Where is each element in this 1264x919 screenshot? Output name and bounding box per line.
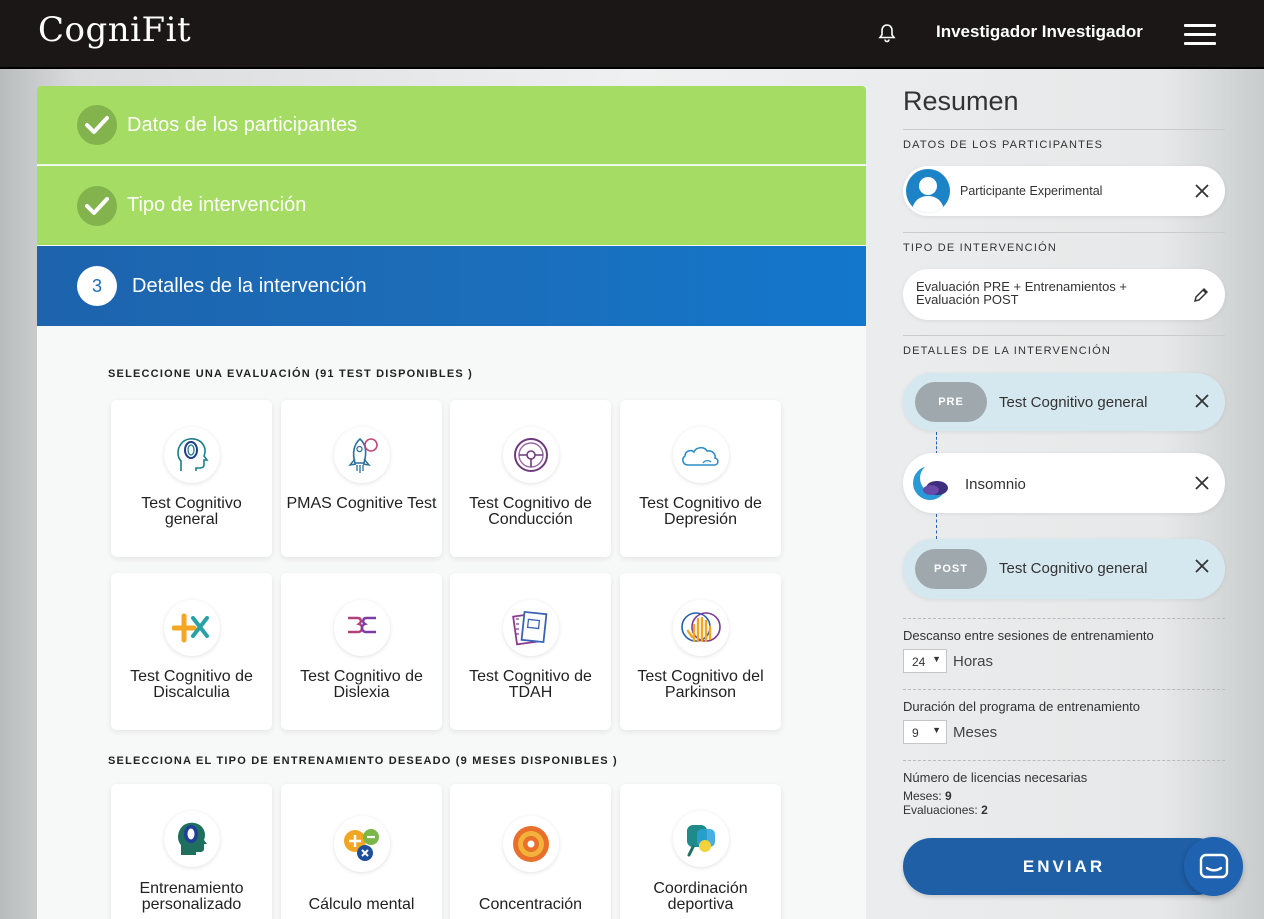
- eval-card-depression[interactable]: Test Cognitivo de Depresión: [620, 400, 781, 557]
- duration-label: Duración del programa de entrenamiento: [903, 699, 1141, 714]
- divider: [903, 129, 1225, 130]
- details-caption: DETALLES DE LA INTERVENCIÓN: [903, 345, 1112, 357]
- training-program-name: Insomnio: [965, 476, 1026, 493]
- training-program-pill: Insomnio: [903, 453, 1225, 513]
- card-label: Test Cognitivo del Parkinson: [637, 668, 764, 701]
- card-label: PMAS Cognitive Test: [286, 495, 437, 512]
- remove-pre-icon[interactable]: [1193, 392, 1211, 410]
- timeline-connector: [936, 514, 937, 539]
- steering-wheel-icon: [503, 427, 559, 483]
- training-card-sports-coordination[interactable]: Coordinación deportiva: [620, 784, 781, 919]
- eval-card-general[interactable]: Test Cognitivo general: [111, 400, 272, 557]
- rest-hours-select[interactable]: 24 ▼: [903, 649, 947, 673]
- divider: [903, 689, 1225, 690]
- card-label: Test Cognitivo de Depresión: [639, 495, 762, 528]
- divider: [903, 618, 1225, 619]
- intervention-type-text: Evaluación PRE + Entrenamientos + Evalua…: [916, 279, 1128, 307]
- cognifit-logo[interactable]: CogniFit: [38, 10, 191, 50]
- step-label: Tipo de intervención: [127, 194, 307, 216]
- licenses-label: Número de licencias necesarias: [903, 770, 1088, 785]
- eval-card-parkinson[interactable]: Test Cognitivo del Parkinson: [620, 573, 781, 730]
- participant-pill: Participante Experimental: [903, 166, 1225, 216]
- notebook-icon: [503, 600, 559, 656]
- remove-training-icon[interactable]: [1193, 474, 1211, 492]
- training-card-personalized[interactable]: Entrenamiento personalizado: [111, 784, 272, 919]
- divider: [903, 232, 1225, 233]
- step-intervention-type[interactable]: Tipo de intervención: [37, 166, 866, 245]
- licenses-months: Meses: 9: [903, 789, 952, 803]
- card-label: Coordinación deportiva: [653, 880, 748, 913]
- summary-title: Resumen: [903, 86, 1019, 116]
- duration-months-select[interactable]: 9 ▼: [903, 720, 947, 744]
- licenses-evaluations: Evaluaciones: 2: [903, 803, 988, 817]
- notification-bell-icon[interactable]: [876, 22, 898, 44]
- target-icon: [503, 816, 559, 872]
- timeline-connector: [936, 432, 937, 454]
- edit-pencil-icon[interactable]: [1193, 287, 1209, 303]
- training-card-concentration[interactable]: Concentración: [450, 784, 611, 919]
- eval-card-pmas[interactable]: PMAS Cognitive Test: [281, 400, 442, 557]
- duration-unit: Meses: [953, 724, 998, 741]
- post-test-name: Test Cognitivo general: [999, 560, 1148, 577]
- remove-post-icon[interactable]: [1193, 557, 1211, 575]
- post-tag: POST: [915, 549, 987, 589]
- step-label: Datos de los participantes: [127, 113, 358, 136]
- card-label: Test Cognitivo general: [141, 495, 242, 528]
- rest-unit: Horas: [953, 653, 994, 670]
- post-evaluation-pill: POST Test Cognitivo general: [903, 539, 1225, 599]
- wizard-panel: Datos de los participantes Tipo de inter…: [37, 86, 866, 919]
- select-value: 24: [912, 655, 926, 669]
- menu-hamburger-icon[interactable]: [1184, 24, 1216, 46]
- remove-participant-icon[interactable]: [1193, 182, 1211, 200]
- participant-name: Participante Experimental: [960, 184, 1103, 198]
- step-number: 3: [77, 266, 117, 306]
- dropdown-arrow-icon: ▼: [932, 725, 941, 735]
- send-button[interactable]: ENVIAR: [903, 838, 1225, 895]
- step-participants[interactable]: Datos de los participantes: [37, 86, 866, 165]
- card-label: Cálculo mental: [308, 896, 415, 913]
- chat-support-icon[interactable]: [1184, 837, 1243, 896]
- check-icon: [77, 185, 117, 226]
- card-label: Concentración: [478, 896, 583, 913]
- user-name[interactable]: Investigador Investigador: [936, 22, 1143, 42]
- pre-test-name: Test Cognitivo general: [999, 394, 1148, 411]
- math-symbols-icon: [164, 600, 220, 656]
- eval-card-adhd[interactable]: Test Cognitivo de TDAH: [450, 573, 611, 730]
- card-label: Entrenamiento personalizado: [139, 880, 244, 913]
- divider: [903, 335, 1225, 336]
- evaluation-section-title: SELECCIONE UNA EVALUACIÓN (91 TEST DISPO…: [108, 368, 474, 380]
- hand-icon: [673, 600, 729, 656]
- head-brain-icon: [164, 427, 220, 483]
- coordination-icon: [673, 811, 729, 867]
- participants-caption: DATOS DE LOS PARTICIPANTES: [903, 139, 1104, 151]
- intervention-caption: TIPO DE INTERVENCIÓN: [903, 242, 1057, 254]
- avatar: [906, 169, 950, 213]
- step-intervention-details[interactable]: 3 Detalles de la intervención: [37, 246, 866, 326]
- pre-evaluation-pill: PRE Test Cognitivo general: [903, 373, 1225, 431]
- card-label: Test Cognitivo de TDAH: [469, 668, 592, 701]
- dropdown-arrow-icon: ▼: [932, 654, 941, 664]
- intervention-type-pill: Evaluación PRE + Entrenamientos + Evalua…: [903, 269, 1225, 320]
- eval-card-driving[interactable]: Test Cognitivo de Conducción: [450, 400, 611, 557]
- eval-card-dyscalculia[interactable]: Test Cognitivo de Discalculia: [111, 573, 272, 730]
- rocket-icon: [334, 427, 390, 483]
- cloud-icon: [673, 427, 729, 483]
- moon-icon: [909, 462, 951, 504]
- eval-card-dyslexia[interactable]: Test Cognitivo de Dislexia: [281, 573, 442, 730]
- select-value: 9: [912, 726, 919, 740]
- head-brain-icon: [164, 811, 220, 867]
- divider: [903, 760, 1225, 761]
- card-label: Test Cognitivo de Dislexia: [300, 668, 423, 701]
- training-card-mental-math[interactable]: Cálculo mental: [281, 784, 442, 919]
- math-bubbles-icon: [334, 816, 390, 872]
- rest-label: Descanso entre sesiones de entrenamiento: [903, 628, 1154, 643]
- check-icon: [77, 105, 117, 145]
- card-label: Test Cognitivo de Discalculia: [130, 668, 253, 701]
- training-section-title: SELECCIONA EL TIPO DE ENTRENAMIENTO DESE…: [108, 755, 618, 767]
- step-label: Detalles de la intervención: [132, 274, 367, 297]
- pre-tag: PRE: [915, 382, 987, 422]
- card-label: Test Cognitivo de Conducción: [469, 495, 592, 528]
- letters-icon: [334, 600, 390, 656]
- top-navbar: CogniFit Investigador Investigador: [0, 0, 1264, 69]
